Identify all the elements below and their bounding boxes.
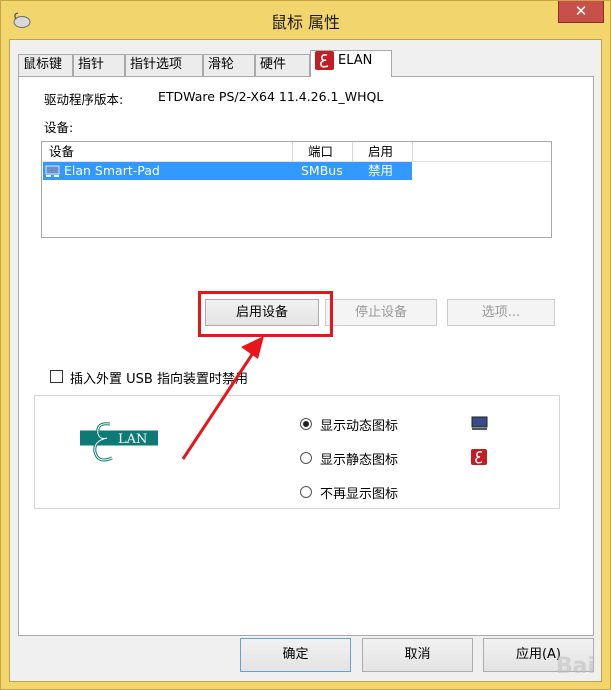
highlight-box — [198, 291, 333, 337]
column-device[interactable]: 设备 — [42, 142, 293, 161]
device-row[interactable]: Elan Smart-Pad SMBus 禁用 — [43, 162, 412, 180]
mouse-properties-window: 鼠标 属性 ✕ 鼠标键 指针 指针选项 滑轮 硬件 ELAN 驱动程序版本: E… — [0, 0, 611, 690]
option-none-label: 不再显示图标 — [320, 487, 399, 502]
cancel-button[interactable]: 取消 — [362, 638, 473, 672]
watermark: Bai — [555, 654, 595, 679]
elan-icon — [471, 449, 487, 465]
elan-tab-panel: 驱动程序版本: ETDWare PS/2-X64 11.4.26.1_WHQL … — [18, 76, 594, 636]
tray-icon-group: LAN 显示动态图标 显示静态图标 不再显示图标 — [34, 395, 560, 509]
disable-device-button[interactable]: 停止设备 — [325, 299, 437, 326]
radio-static-icon[interactable] — [300, 452, 312, 464]
close-button[interactable]: ✕ — [558, 1, 604, 23]
device-name: Elan Smart-Pad — [64, 163, 160, 178]
devices-label: 设备: — [44, 120, 74, 135]
driver-version-label: 驱动程序版本: — [44, 92, 124, 107]
ok-button[interactable]: 确定 — [240, 638, 351, 672]
usb-disable-checkbox[interactable] — [50, 370, 63, 383]
radio-no-icon[interactable] — [300, 486, 312, 498]
usb-disable-label: 插入外置 USB 指向装置时禁用 — [70, 372, 248, 387]
title-bar[interactable]: 鼠标 属性 ✕ — [1, 1, 610, 39]
device-list[interactable]: 设备 端口 启用 Elan Smart-Pad SMBus 禁用 — [41, 141, 552, 238]
options-button[interactable]: 选项... — [447, 299, 555, 326]
svg-text:LAN: LAN — [118, 432, 147, 447]
elan-logo: LAN — [80, 416, 158, 468]
dialog-body: 鼠标键 指针 指针选项 滑轮 硬件 ELAN 驱动程序版本: ETDWare P… — [9, 39, 602, 682]
window-title: 鼠标 属性 — [270, 13, 341, 32]
column-enabled[interactable]: 启用 — [353, 142, 413, 161]
elan-logo-icon — [315, 51, 334, 70]
device-status: 禁用 — [368, 163, 394, 178]
tab-wheel[interactable]: 滑轮 — [203, 54, 255, 76]
driver-version-value: ETDWare PS/2-X64 11.4.26.1_WHQL — [158, 89, 384, 104]
touchpad-icon — [45, 165, 60, 177]
tab-mouse-buttons[interactable]: 鼠标键 — [18, 54, 73, 76]
tab-hardware[interactable]: 硬件 — [255, 54, 310, 76]
radio-dynamic-icon[interactable] — [300, 418, 312, 430]
option-static-label: 显示静态图标 — [320, 453, 399, 468]
tab-pointers[interactable]: 指针 — [73, 54, 125, 76]
device-port: SMBus — [301, 163, 343, 178]
monitor-icon — [471, 416, 488, 430]
option-dynamic-label: 显示动态图标 — [320, 419, 399, 434]
close-icon: ✕ — [574, 2, 588, 20]
column-port[interactable]: 端口 — [293, 142, 353, 161]
tab-elan[interactable]: ELAN — [310, 50, 392, 77]
list-header: 设备 端口 启用 — [42, 142, 551, 162]
tab-pointer-options[interactable]: 指针选项 — [125, 54, 203, 76]
